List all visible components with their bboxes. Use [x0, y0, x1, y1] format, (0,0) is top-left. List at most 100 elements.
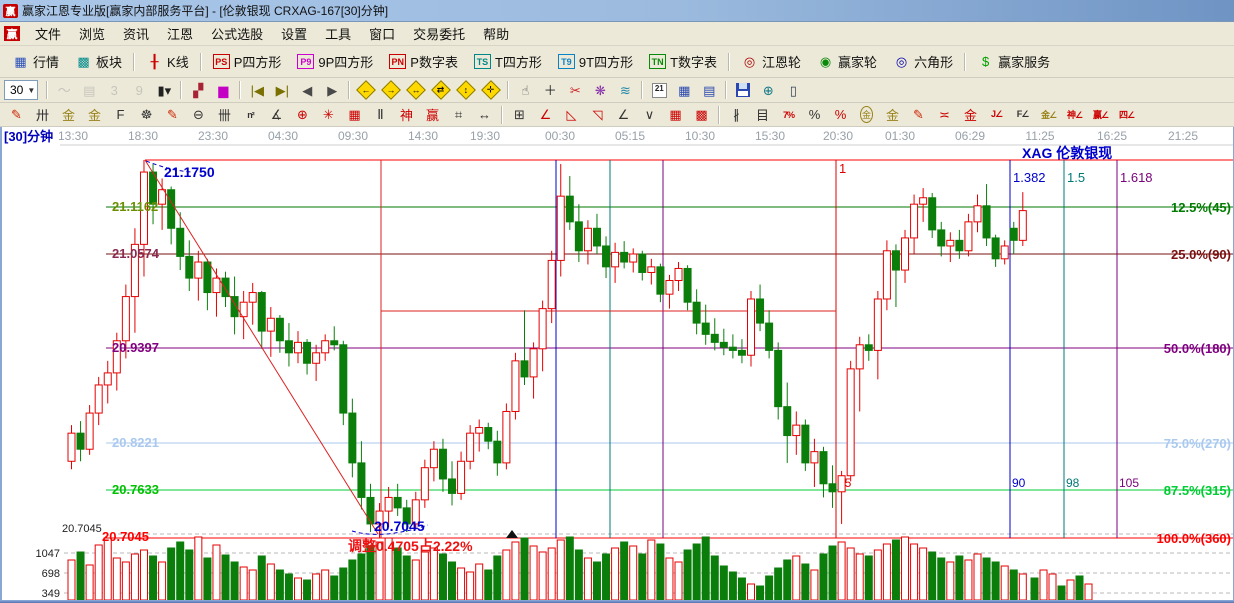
pct7-icon[interactable]: 7% [776, 104, 801, 126]
red-grid2-icon[interactable]: ▩ [689, 104, 714, 126]
shen-tool-icon[interactable]: 神 [394, 104, 419, 126]
box-tool-icon-glyph: ⊞ [514, 107, 525, 123]
menu-item-3[interactable]: 江恩 [158, 22, 202, 45]
web-icon[interactable]: ⊕ [756, 79, 780, 102]
fan-icon[interactable]: ∠ [533, 104, 558, 126]
ninep-square-button[interactable]: P99P四方形 [289, 48, 381, 75]
period-select[interactable]: 30▼ [4, 80, 38, 100]
quotes-button[interactable]: ▦行情 [4, 48, 67, 75]
menu-item-1[interactable]: 浏览 [70, 22, 114, 45]
gann-wheel-button[interactable]: ◎江恩轮 [733, 48, 809, 75]
save-icon[interactable] [731, 79, 755, 102]
chart-backdrop [0, 127, 1234, 603]
angle-icon[interactable]: ∡ [264, 104, 289, 126]
t-digit-button[interactable]: TNT数字表 [641, 48, 725, 75]
circle-gold-icon[interactable]: 金 [854, 104, 879, 126]
calendar-icon[interactable]: 21 [647, 79, 671, 102]
gold-lines-icon[interactable]: 金 [880, 104, 905, 126]
kpattern-icon[interactable]: ▞ [186, 79, 210, 102]
first-page-icon[interactable]: |◀ [245, 79, 269, 102]
box-tool-icon[interactable]: ⊞ [507, 104, 532, 126]
gold-red-icon[interactable]: 金 [958, 104, 983, 126]
price-bars-icon[interactable]: 目 [750, 104, 775, 126]
hand-icon[interactable]: ☝ [513, 79, 537, 102]
ninet-square-button[interactable]: T99T四方形 [550, 48, 641, 75]
sectors-button[interactable]: ▩板块 [67, 48, 130, 75]
volume-bar [313, 574, 320, 600]
fibo-lines-icon[interactable]: F [108, 104, 133, 126]
kline-button[interactable]: ╂K线 [138, 48, 197, 75]
pct-lines-icon[interactable]: % [828, 104, 853, 126]
candle-style-icon[interactable]: ▮▾ [152, 79, 176, 102]
candle-body [186, 256, 193, 278]
gold-angle-icon[interactable]: 金∠ [1036, 104, 1061, 126]
pct-icon[interactable]: % [802, 104, 827, 126]
zoom-v-icon[interactable]: ↕ [454, 79, 478, 102]
hexagon-button[interactable]: ◎六角形 [885, 48, 961, 75]
four-angle-icon[interactable]: 四∠ [1114, 104, 1139, 126]
para-lines-icon[interactable]: ∦ [724, 104, 749, 126]
menu-item-7[interactable]: 窗口 [360, 22, 404, 45]
menu-item-6[interactable]: 工具 [316, 22, 360, 45]
prev-page-icon[interactable]: ◀ [295, 79, 319, 102]
golden-section2-icon[interactable]: 金 [82, 104, 107, 126]
menu-item-2[interactable]: 资讯 [114, 22, 158, 45]
j-angle-icon[interactable]: J∠ [984, 104, 1009, 126]
volume-bar [195, 537, 202, 600]
grid2-icon[interactable]: 卌 [212, 104, 237, 126]
shift-right-icon[interactable]: → [379, 79, 403, 102]
p-square-button[interactable]: PSP四方形 [205, 48, 290, 75]
shen-angle-icon[interactable]: 神∠ [1062, 104, 1087, 126]
k-mark-icon[interactable]: Ⅱ [368, 104, 393, 126]
grid-lines-icon[interactable]: 卅 [30, 104, 55, 126]
menu-item-0[interactable]: 文件 [26, 22, 70, 45]
f-angle-icon[interactable]: F∠ [1010, 104, 1035, 126]
box-fan2-icon[interactable]: ◹ [585, 104, 610, 126]
report-icon[interactable]: ▤ [697, 79, 721, 102]
ying-angle-icon[interactable]: 赢∠ [1088, 104, 1113, 126]
menu-item-8[interactable]: 交易委托 [404, 22, 474, 45]
wave-tool-icon[interactable]: ≋ [613, 79, 637, 102]
volume-style-icon[interactable]: ▆ [211, 79, 235, 102]
ying-tool-icon[interactable]: 赢 [420, 104, 445, 126]
menu-item-9[interactable]: 帮助 [474, 22, 518, 45]
square-rays-icon[interactable]: ▦ [342, 104, 367, 126]
check-lines-icon[interactable]: ∨ [637, 104, 662, 126]
red-grid-icon[interactable]: ▦ [663, 104, 688, 126]
next-page-icon[interactable]: ▶ [320, 79, 344, 102]
shift-left-icon[interactable]: ← [354, 79, 378, 102]
last-page-icon[interactable]: ▶| [270, 79, 294, 102]
service-button[interactable]: $赢家服务 [969, 48, 1058, 75]
n-square-icon[interactable]: n² [238, 104, 263, 126]
zoom-all-icon[interactable]: ✛ [479, 79, 503, 102]
h-arrows-icon-glyph: ↔ [478, 107, 491, 122]
compress-h-icon[interactable]: ⇄ [429, 79, 453, 102]
pencil2-icon[interactable]: ✎ [160, 104, 185, 126]
calculator-icon[interactable]: ▦ [672, 79, 696, 102]
pencil3-icon[interactable]: ✎ [906, 104, 931, 126]
circle-cross-icon[interactable]: ⊕ [290, 104, 315, 126]
measure-icon[interactable]: ✂ [563, 79, 587, 102]
spiral-icon[interactable]: ☸ [134, 104, 159, 126]
gann-flower-icon[interactable]: ❋ [588, 79, 612, 102]
box-fan-icon[interactable]: ◺ [559, 104, 584, 126]
zoom-h-icon[interactable]: ↔ [404, 79, 428, 102]
winner-wheel-button[interactable]: ◉赢家轮 [809, 48, 885, 75]
kline-chart[interactable]: [30]分钟13:3018:3023:3004:3009:3014:3019:3… [0, 127, 1234, 603]
title-bar[interactable]: 赢 赢家江恩专业版[赢家内部服务平台] - [伦敦银现 CRXAG-167[30… [0, 0, 1234, 22]
h-arrows-icon[interactable]: ↔ [472, 104, 497, 126]
time-circle-icon[interactable]: ⊖ [186, 104, 211, 126]
pencil-icon[interactable]: ✎ [4, 104, 29, 126]
p-digit-button[interactable]: PNP数字表 [381, 48, 466, 75]
red-lines-icon[interactable]: ≍ [932, 104, 957, 126]
t-square-button[interactable]: TST四方形 [466, 48, 550, 75]
angles-icon[interactable]: ∠ [611, 104, 636, 126]
menu-item-4[interactable]: 公式选股 [202, 22, 272, 45]
crosshair-icon[interactable]: ＋ [538, 79, 562, 102]
golden-section-icon[interactable]: 金 [56, 104, 81, 126]
ruler-icon[interactable]: ⌗ [446, 104, 471, 126]
star-rays-icon[interactable]: ✳ [316, 104, 341, 126]
mobile-icon[interactable]: ▯ [781, 79, 805, 102]
menu-item-5[interactable]: 设置 [272, 22, 316, 45]
gann-level-price-label: 21.0574 [112, 246, 160, 261]
